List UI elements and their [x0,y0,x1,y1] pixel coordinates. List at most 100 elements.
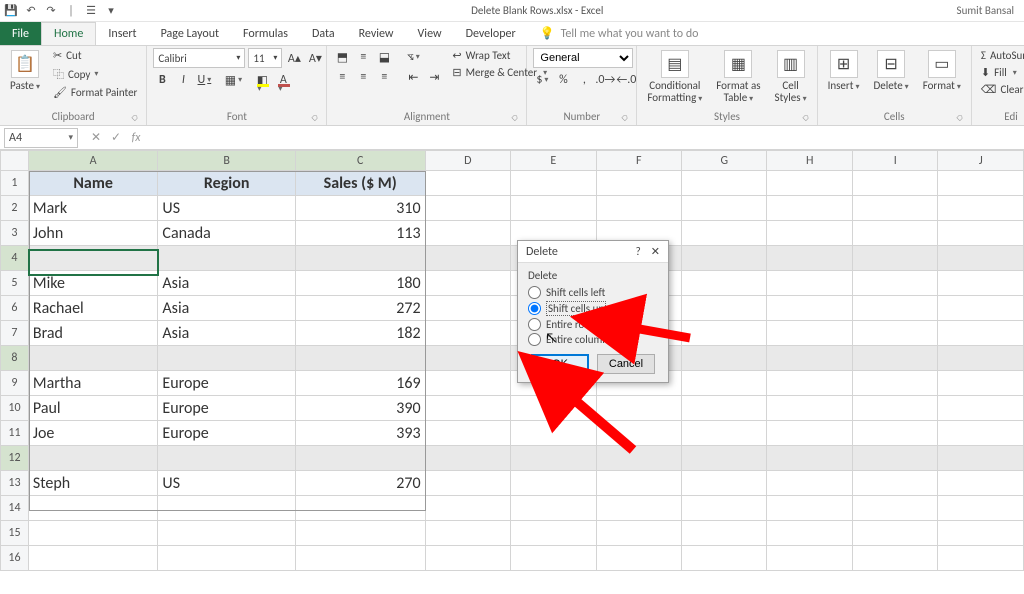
cell-E14[interactable] [511,496,596,521]
cell-J6[interactable] [938,296,1024,321]
col-header-H[interactable]: H [767,151,852,171]
tab-insert[interactable]: Insert [96,22,148,45]
cell-D6[interactable] [425,296,510,321]
cell-I2[interactable] [852,196,937,221]
cell-A10[interactable]: Paul [28,396,158,421]
bold-button[interactable]: B [153,71,171,89]
cell-C8[interactable] [295,346,425,371]
cell-C13[interactable]: 270 [295,471,425,496]
cell-G1[interactable] [682,171,767,196]
ok-button[interactable]: OK [531,354,589,374]
col-header-E[interactable]: E [511,151,596,171]
cell-J14[interactable] [938,496,1024,521]
redo-icon[interactable]: ↷ [44,4,58,18]
touch-mode-icon[interactable]: ☰ [84,4,98,18]
cell-D12[interactable] [425,446,510,471]
cell-H12[interactable] [767,446,852,471]
cell-D1[interactable] [425,171,510,196]
cell-E2[interactable] [511,196,596,221]
cell-A13[interactable]: Steph [28,471,158,496]
cell-J10[interactable] [938,396,1024,421]
align-center-icon[interactable]: ≡ [354,68,372,86]
radio-entire-row-input[interactable] [528,318,541,331]
cell-I6[interactable] [852,296,937,321]
cell-H13[interactable] [767,471,852,496]
cell-I5[interactable] [852,271,937,296]
close-icon[interactable]: ✕ [651,245,660,258]
cell-D5[interactable] [425,271,510,296]
number-format-select[interactable]: General [533,48,633,68]
cell-H6[interactable] [767,296,852,321]
row-header-7[interactable]: 7 [1,321,29,346]
delete-cells-button[interactable]: ⊟Delete [869,48,912,95]
cell-F13[interactable] [596,471,681,496]
cell-H5[interactable] [767,271,852,296]
cell-B12[interactable] [158,446,295,471]
radio-shift-left[interactable]: Shift cells left [528,286,658,299]
paste-button[interactable]: 📋 Paste [6,48,44,95]
autosum-button[interactable]: ΣAutoSum [978,48,1024,63]
cell-J3[interactable] [938,221,1024,246]
cell-A16[interactable] [28,546,158,571]
tab-file[interactable]: File [0,22,41,45]
comma-icon[interactable]: , [575,71,593,89]
copy-button[interactable]: ⿻Copy▾ [50,65,140,83]
cell-B15[interactable] [158,521,295,546]
row-header-15[interactable]: 15 [1,521,29,546]
cell-J2[interactable] [938,196,1024,221]
cell-A8[interactable] [28,346,158,371]
col-header-J[interactable]: J [938,151,1024,171]
align-bottom-icon[interactable]: ⬓ [375,48,393,66]
cell-G4[interactable] [682,246,767,271]
cell-J9[interactable] [938,371,1024,396]
cell-G11[interactable] [682,421,767,446]
cell-C14[interactable] [295,496,425,521]
format-as-table-button[interactable]: ▦Format as Table [712,48,764,107]
col-header-G[interactable]: G [682,151,767,171]
cell-D11[interactable] [425,421,510,446]
cell-B1[interactable]: Region [158,171,295,196]
cell-G13[interactable] [682,471,767,496]
row-header-8[interactable]: 8 [1,346,29,371]
row-header-3[interactable]: 3 [1,221,29,246]
cell-H8[interactable] [767,346,852,371]
cell-D14[interactable] [425,496,510,521]
cell-F2[interactable] [596,196,681,221]
cell-J11[interactable] [938,421,1024,446]
cell-I11[interactable] [852,421,937,446]
select-all-corner[interactable] [1,151,29,171]
cell-B4[interactable] [158,246,295,271]
col-header-B[interactable]: B [158,151,295,171]
cell-styles-button[interactable]: ▥Cell Styles [771,48,811,107]
font-name-select[interactable]: Calibri▾ [153,48,245,68]
cell-D7[interactable] [425,321,510,346]
cell-C16[interactable] [295,546,425,571]
cell-F16[interactable] [596,546,681,571]
cell-B6[interactable]: Asia [158,296,295,321]
cell-J12[interactable] [938,446,1024,471]
cell-C9[interactable]: 169 [295,371,425,396]
cell-C4[interactable] [295,246,425,271]
cell-H4[interactable] [767,246,852,271]
cell-B10[interactable]: Europe [158,396,295,421]
row-header-5[interactable]: 5 [1,271,29,296]
row-header-9[interactable]: 9 [1,371,29,396]
cell-D10[interactable] [425,396,510,421]
cell-J7[interactable] [938,321,1024,346]
cell-I16[interactable] [852,546,937,571]
cell-I9[interactable] [852,371,937,396]
increase-indent-icon[interactable]: ⇥ [425,68,443,86]
row-header-1[interactable]: 1 [1,171,29,196]
col-header-F[interactable]: F [596,151,681,171]
cell-A11[interactable]: Joe [28,421,158,446]
fx-icon[interactable]: fx [128,131,144,145]
formula-input[interactable] [150,128,1024,148]
cell-A3[interactable]: John [28,221,158,246]
decrease-font-icon[interactable]: A▾ [306,49,324,67]
cut-button[interactable]: ✂Cut [50,48,140,63]
cell-B8[interactable] [158,346,295,371]
enter-formula-icon[interactable]: ✓ [108,130,124,145]
cell-B2[interactable]: US [158,196,295,221]
fill-color-button[interactable]: ◧ [253,71,271,89]
cell-J8[interactable] [938,346,1024,371]
